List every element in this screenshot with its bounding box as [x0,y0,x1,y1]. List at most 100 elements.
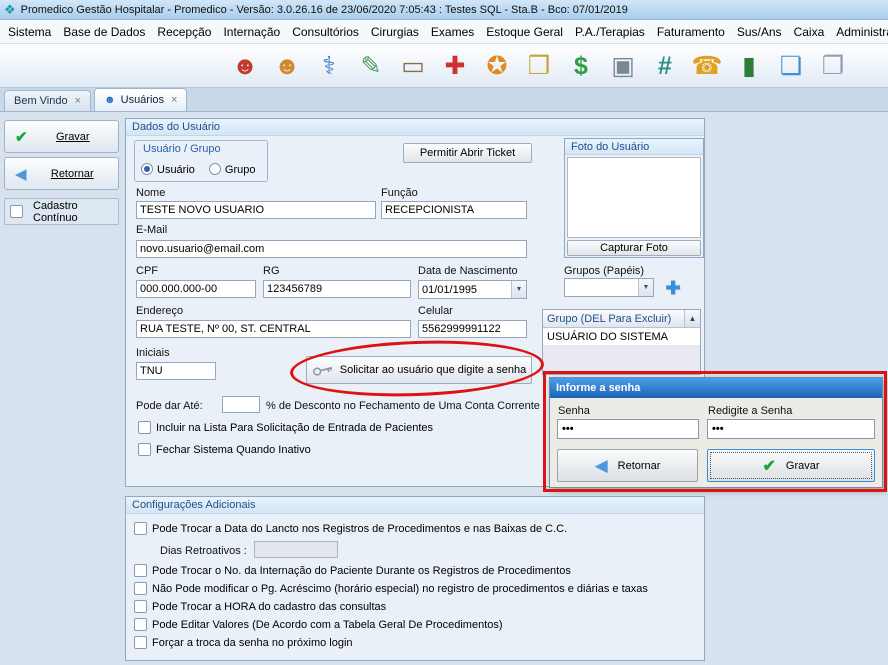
cadastro-continuo-checkbox[interactable]: Cadastro Contínuo [4,198,119,225]
popup-retornar-button[interactable]: ◀ Retornar [557,449,698,482]
checkbox-trocar-no-internacao[interactable]: Pode Trocar o No. da Internação do Pacie… [134,564,571,577]
checkbox-incluir-lista-label: Incluir na Lista Para Solicitação de Ent… [156,422,433,434]
pode-dar-ate-label: Pode dar Até: [136,400,203,412]
calculator-icon[interactable]: # [648,49,682,83]
grupo-list-item[interactable]: USUÁRIO DO SISTEMA [543,328,700,345]
window-icon[interactable]: ❐ [816,49,850,83]
funcao-input[interactable] [381,201,527,219]
add-group-button[interactable]: ✚ [659,276,687,300]
grupos-papeis-combo[interactable]: ▼ [564,278,654,297]
pode-dar-ate-input[interactable] [222,396,260,413]
cadastro-continuo-label: Cadastro Contínuo [33,200,118,224]
checkbox-fechar-sistema-label: Fechar Sistema Quando Inativo [156,444,311,456]
chevron-down-icon[interactable]: ▼ [511,281,526,298]
solicitar-senha-button[interactable]: Solicitar ao usuário que digite a senha [306,356,532,384]
senha-input[interactable] [557,419,699,439]
nome-input[interactable] [136,201,376,219]
retornar-button[interactable]: ◀ Retornar [4,157,119,190]
checkbox-incluir-lista[interactable]: Incluir na Lista Para Solicitação de Ent… [138,421,433,434]
cpf-input[interactable] [136,280,256,298]
checkbox-nao-modificar-pg[interactable]: Não Pode modificar o Pg. Acréscimo (horá… [134,582,648,595]
radio-usuario[interactable]: Usuário [141,163,195,176]
radio-icon[interactable] [209,163,221,175]
reception-icon[interactable]: ☻ [228,49,262,83]
endereco-input[interactable] [136,320,411,338]
menu-sistema[interactable]: Sistema [8,25,51,39]
menu-sus-ans[interactable]: Sus/Ans [737,25,782,39]
chat-icon[interactable]: ❏ [774,49,808,83]
checkbox-box[interactable] [138,443,151,456]
nascimento-value: 01/01/1995 [419,284,511,296]
checkbox-box[interactable] [134,582,147,595]
menu-bar: Sistema Base de Dados Recepção Internaçã… [0,20,888,44]
user-icon: ☻ [104,94,116,106]
usuario-grupo-box: Usuário / Grupo Usuário Grupo [134,140,268,182]
menu-caixa[interactable]: Caixa [794,25,825,39]
reports-icon[interactable]: ✪ [480,49,514,83]
iniciais-input[interactable] [136,362,216,380]
checkbox-trocar-data-lancto[interactable]: Pode Trocar a Data do Lancto nos Registr… [134,522,567,535]
email-input[interactable] [136,240,527,258]
close-icon[interactable]: × [75,95,81,107]
redigite-senha-input[interactable] [707,419,875,439]
ambulance-icon[interactable]: ✚ [438,49,472,83]
radio-icon[interactable] [141,163,153,175]
grupo-list: Grupo (DEL Para Excluir) ▲ USUÁRIO DO SI… [542,309,701,375]
checkbox-box[interactable] [138,421,151,434]
menu-estoque-geral[interactable]: Estoque Geral [486,25,563,39]
prescription-icon[interactable]: ✎ [354,49,388,83]
checkbox-box[interactable] [10,205,23,218]
doctor-icon[interactable]: ⚕ [312,49,346,83]
radio-grupo[interactable]: Grupo [209,163,256,176]
bed-icon[interactable]: ▭ [396,49,430,83]
stock-icon[interactable]: ❒ [522,49,556,83]
capturar-foto-button[interactable]: Capturar Foto [567,240,701,256]
chevron-down-icon[interactable]: ▼ [638,279,653,296]
checkbox-box[interactable] [134,636,147,649]
checkbox-box[interactable] [134,600,147,613]
dias-retroativos-label: Dias Retroativos : [160,545,247,557]
permitir-abrir-ticket-button[interactable]: Permitir Abrir Ticket [403,143,532,163]
foto-usuario-group: Foto do Usuário Capturar Foto [564,138,704,258]
tab-bem-vindo[interactable]: Bem Vindo × [4,90,91,111]
book-icon[interactable]: ▮ [732,49,766,83]
checkbox-forcar-troca-senha[interactable]: Forçar a troca da senha no próximo login [134,636,353,649]
checkbox-box[interactable] [134,522,147,535]
celular-label: Celular [418,305,453,317]
configuracoes-adicionais-caption: Configurações Adicionais [126,497,704,514]
safe-icon[interactable]: ▣ [606,49,640,83]
menu-administracao[interactable]: Administração [836,25,888,39]
rg-input[interactable] [263,280,411,298]
billing-icon[interactable]: $ [564,49,598,83]
dias-retroativos-input[interactable] [254,541,338,558]
grupo-list-header[interactable]: Grupo (DEL Para Excluir) ▲ [543,310,700,328]
popup-gravar-button[interactable]: ✔ Gravar [707,449,875,482]
menu-recepcao[interactable]: Recepção [157,25,211,39]
checkbox-fechar-sistema[interactable]: Fechar Sistema Quando Inativo [138,443,311,456]
menu-base-de-dados[interactable]: Base de Dados [63,25,145,39]
funcao-label: Função [381,187,418,199]
menu-internacao[interactable]: Internação [223,25,280,39]
menu-consultorios[interactable]: Consultórios [292,25,359,39]
menu-exames[interactable]: Exames [431,25,474,39]
email-label: E-Mail [136,224,167,236]
celular-input[interactable] [418,320,527,338]
menu-cirurgias[interactable]: Cirurgias [371,25,419,39]
sort-up-icon[interactable]: ▲ [684,310,700,327]
gravar-button[interactable]: ✔ Gravar [4,120,119,153]
phone-icon[interactable]: ☎ [690,49,724,83]
checkbox-trocar-hora[interactable]: Pode Trocar a HORA do cadastro das consu… [134,600,386,613]
checkbox-box[interactable] [134,564,147,577]
gravar-button-label: Gravar [36,131,110,143]
nome-label: Nome [136,187,165,199]
radio-grupo-label: Grupo [225,164,256,176]
close-icon[interactable]: × [171,94,177,106]
menu-faturamento[interactable]: Faturamento [657,25,725,39]
checkbox-label: Forçar a troca da senha no próximo login [152,637,353,649]
checkbox-editar-valores[interactable]: Pode Editar Valores (De Acordo com a Tab… [134,618,503,631]
menu-pa-terapias[interactable]: P.A./Terapias [575,25,645,39]
patients-icon[interactable]: ☻ [270,49,304,83]
checkbox-box[interactable] [134,618,147,631]
tab-usuarios[interactable]: ☻ Usuários × [94,88,187,111]
nascimento-combo[interactable]: 01/01/1995 ▼ [418,280,527,299]
